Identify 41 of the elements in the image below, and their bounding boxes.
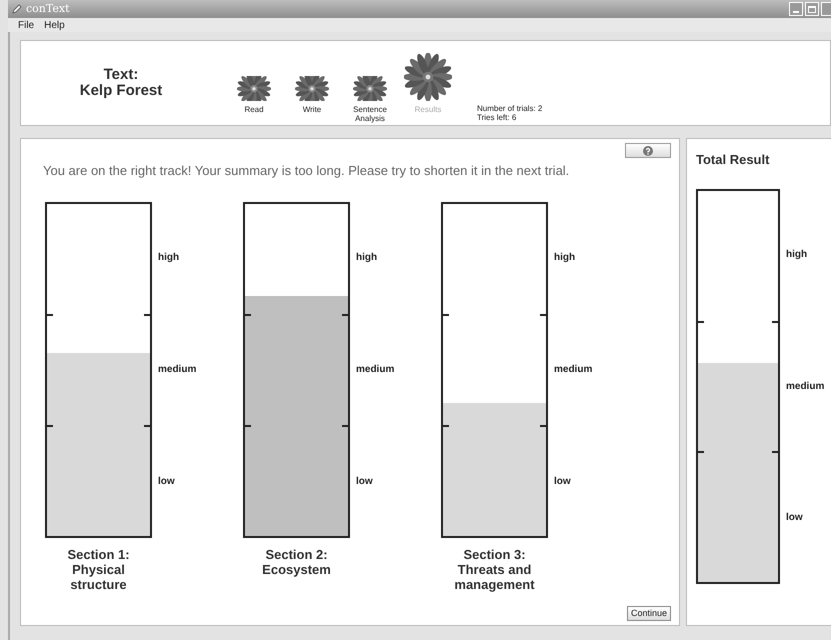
step-tab[interactable]: Write — [287, 76, 337, 123]
maximize-button[interactable] — [805, 2, 819, 16]
flower-icon — [353, 76, 387, 101]
scale-label: medium — [786, 380, 824, 394]
help-button[interactable] — [625, 143, 671, 158]
total-title: Total Result — [696, 151, 770, 169]
scale-label: low — [786, 511, 803, 526]
section-title: Section 1: — [67, 546, 130, 562]
trials-count: Number of trials: 2 — [477, 104, 542, 113]
step-tab[interactable]: Sentence Analysis — [345, 76, 395, 123]
scale-label: high — [786, 248, 808, 262]
scale-label: high — [554, 251, 576, 265]
scale-label: low — [554, 475, 571, 489]
window-title: conText — [26, 0, 70, 17]
text-label: Text: — [104, 67, 138, 83]
scale-label: high — [158, 251, 180, 265]
feedback-message: You are on the right track! Your summary is too long. Please try to shorten it in the next trial. — [43, 162, 570, 180]
scale-label: medium — [158, 363, 196, 377]
minimize-button[interactable] — [789, 2, 803, 16]
scale-label: low — [356, 475, 373, 489]
continue-button[interactable]: Continue — [626, 606, 671, 621]
text-title: Kelp Forest — [80, 83, 162, 99]
section-subtitle: Threats and management — [453, 562, 536, 592]
pencil-icon — [12, 4, 22, 14]
section-title: Section 3: — [463, 546, 526, 562]
close-button[interactable] — [821, 2, 831, 16]
menu-item[interactable]: File — [18, 18, 34, 32]
step-tab[interactable]: Read — [229, 76, 279, 123]
flower-icon — [404, 53, 452, 101]
section-subtitle: Physical structure — [69, 562, 128, 592]
section-subtitle: Ecosystem — [261, 562, 332, 576]
flower-icon — [237, 76, 271, 101]
tries-left: Tries left: 6 — [477, 113, 518, 122]
scale-label: high — [356, 251, 378, 265]
scale-label: low — [158, 475, 175, 489]
scale-label: medium — [356, 363, 394, 377]
section-title: Section 2: — [265, 546, 328, 562]
menu-item[interactable]: Help — [44, 18, 65, 32]
question-icon — [643, 146, 653, 156]
scale-label: medium — [554, 363, 592, 377]
flower-icon — [295, 76, 329, 101]
